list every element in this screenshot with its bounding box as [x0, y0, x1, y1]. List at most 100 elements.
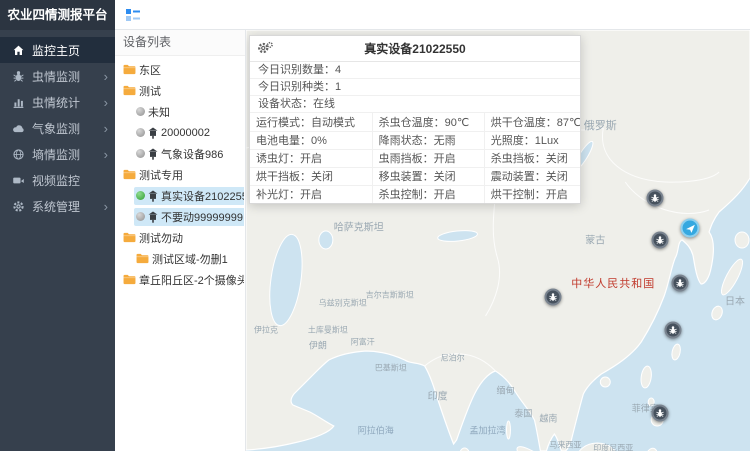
tree-item-label: 不要动99999999 — [161, 209, 243, 225]
device-marker[interactable] — [652, 405, 669, 422]
tree-item-label: 测试 — [139, 83, 161, 99]
device-tree: 东区测试未知 20000002 气象设备986 测试专用真实设备21022550 不要动… — [115, 56, 245, 293]
status-dot-online — [136, 191, 145, 200]
tree-item-label: 章丘阳丘区-2个摄像头 — [139, 272, 244, 288]
device-panel: 设备列表 东区测试未知 20000002 气象设备986 测试专用真实设备210225… — [115, 30, 246, 451]
popup-grid-row: 烘干挡板：关闭移虫装置：关闭震动装置：关闭 — [250, 167, 580, 185]
sidebar-item-1[interactable]: 虫情监测› — [0, 63, 115, 89]
sidebar-item-label: 虫情统计 — [32, 94, 104, 111]
sidebar-item-label: 监控主页 — [32, 42, 108, 59]
tree-item[interactable]: 真实设备21022550 — [116, 185, 244, 206]
folder-icon — [123, 169, 136, 180]
device-popup: 真实设备21022550 今日识别数量：4今日识别种类：1设备状态：在线 运行模… — [249, 35, 581, 204]
popup-grid-cell: 烘干仓温度：87℃ — [484, 113, 580, 131]
status-dot-offline — [136, 212, 145, 221]
popup-info-row: 今日识别种类：1 — [250, 79, 580, 96]
tree-item[interactable]: 测试区域-勿删1 — [116, 248, 244, 269]
weather-icon — [11, 121, 26, 136]
popup-grid-cell: 电池电量：0% — [250, 131, 372, 149]
folder-icon — [123, 85, 136, 96]
globe-icon — [11, 147, 26, 162]
status-dot-offline — [136, 149, 145, 158]
tree-item[interactable]: 东区 — [116, 59, 244, 80]
device-marker[interactable] — [647, 190, 664, 207]
popup-info-row: 今日识别数量：4 — [250, 62, 580, 79]
device-icon — [148, 127, 158, 139]
bug-marker-icon — [651, 194, 660, 203]
popup-grid-cell: 杀虫仓温度：90℃ — [372, 113, 484, 131]
tree-item-label: 未知 — [148, 104, 170, 120]
device-icon — [148, 190, 158, 202]
tree-item[interactable]: 20000002 — [116, 122, 244, 143]
device-popup-title: 真实设备21022550 — [364, 40, 465, 57]
popup-info-row: 设备状态：在线 — [250, 96, 580, 113]
popup-grid-row: 运行模式：自动模式杀虫仓温度：90℃烘干仓温度：87℃ — [250, 113, 580, 131]
chart-icon — [11, 95, 26, 110]
popup-grid-cell: 烘干控制：开启 — [484, 185, 580, 203]
popup-grid-cell: 烘干挡板：关闭 — [250, 167, 372, 185]
device-icon — [148, 211, 158, 223]
tree-item[interactable]: 未知 — [116, 101, 244, 122]
device-marker[interactable] — [652, 232, 669, 249]
settings-gears-icon[interactable] — [257, 41, 273, 55]
folder-icon — [123, 64, 136, 75]
sidebar-item-5[interactable]: 视频监控 — [0, 167, 115, 193]
tree-item-label: 气象设备986 — [161, 146, 223, 162]
tree-item-label: 测试专用 — [139, 167, 183, 183]
popup-grid-cell: 移虫装置：关闭 — [372, 167, 484, 185]
sidebar-menu: 监控主页虫情监测›虫情统计›气象监测›墒情监测›视频监控系统管理› — [0, 30, 115, 219]
sidebar-item-label: 气象监测 — [32, 120, 104, 137]
sidebar-item-label: 视频监控 — [32, 172, 108, 189]
sidebar-item-label: 虫情监测 — [32, 68, 104, 85]
chevron-right-icon: › — [104, 70, 108, 83]
tree-item-label: 测试勿动 — [139, 230, 183, 246]
home-icon — [11, 43, 26, 58]
device-panel-title: 设备列表 — [115, 30, 245, 56]
sidebar-item-6[interactable]: 系统管理› — [0, 193, 115, 219]
popup-grid-row: 诱虫灯：开启虫雨挡板：开启杀虫挡板：关闭 — [250, 149, 580, 167]
tree-item[interactable]: 测试专用 — [116, 164, 244, 185]
tree-item[interactable]: 测试勿动 — [116, 227, 244, 248]
layout-toggle-icon[interactable] — [125, 7, 141, 23]
folder-icon — [123, 232, 136, 243]
content: 设备列表 东区测试未知20000002气象设备986测试专用真实设备210225… — [115, 30, 750, 451]
popup-grid-cell: 诱虫灯：开启 — [250, 149, 372, 167]
bug-marker-icon — [676, 279, 685, 288]
popup-grid-row: 补光灯：开启杀虫控制：开启烘干控制：开启 — [250, 185, 580, 203]
device-popup-info: 今日识别数量：4今日识别种类：1设备状态：在线 — [250, 62, 580, 113]
sidebar-item-2[interactable]: 虫情统计› — [0, 89, 115, 115]
sidebar-item-3[interactable]: 气象监测› — [0, 115, 115, 141]
sidebar-item-label: 墒情监测 — [32, 146, 104, 163]
sidebar: 农业四情测报平台 监控主页虫情监测›虫情统计›气象监测›墒情监测›视频监控系统管… — [0, 0, 115, 451]
bug-marker-icon — [549, 293, 558, 302]
tree-item[interactable]: 气象设备986 — [116, 143, 244, 164]
tree-item[interactable]: 测试 — [116, 80, 244, 101]
tree-item[interactable]: 不要动99999999 — [116, 206, 244, 227]
sidebar-item-0[interactable]: 监控主页 — [0, 37, 115, 63]
popup-grid-cell: 补光灯：开启 — [250, 185, 372, 203]
status-dot-offline — [136, 128, 145, 137]
popup-grid-cell: 光照度：1Lux — [484, 131, 580, 149]
sidebar-item-4[interactable]: 墒情监测› — [0, 141, 115, 167]
chevron-right-icon: › — [104, 122, 108, 135]
popup-grid-cell: 运行模式：自动模式 — [250, 113, 372, 131]
chevron-right-icon: › — [104, 200, 108, 213]
device-marker[interactable] — [545, 289, 562, 306]
tree-item[interactable]: 章丘阳丘区-2个摄像头 — [116, 269, 244, 290]
popup-grid-cell: 杀虫控制：开启 — [372, 185, 484, 203]
cluster-marker[interactable] — [681, 219, 700, 238]
map-canvas[interactable]: 俄罗斯哈萨克斯坦蒙古中华人民共和国日本吉尔吉斯斯坦乌兹别克斯坦土库曼斯坦伊朗阿富… — [246, 30, 750, 451]
tree-item-label: 东区 — [139, 62, 161, 78]
device-marker[interactable] — [665, 321, 682, 338]
main-area: 设备列表 东区测试未知20000002气象设备986测试专用真实设备210225… — [115, 0, 750, 451]
gear-icon — [11, 199, 26, 214]
sidebar-item-label: 系统管理 — [32, 198, 104, 215]
camera-icon — [11, 173, 26, 188]
device-icon — [148, 148, 158, 160]
bug-marker-icon — [656, 236, 665, 245]
bug-icon — [11, 69, 26, 84]
tree-item-label: 真实设备21022550 — [161, 188, 244, 204]
chevron-right-icon: › — [104, 148, 108, 161]
popup-grid-cell: 杀虫挡板：关闭 — [484, 149, 580, 167]
device-marker[interactable] — [672, 275, 689, 292]
